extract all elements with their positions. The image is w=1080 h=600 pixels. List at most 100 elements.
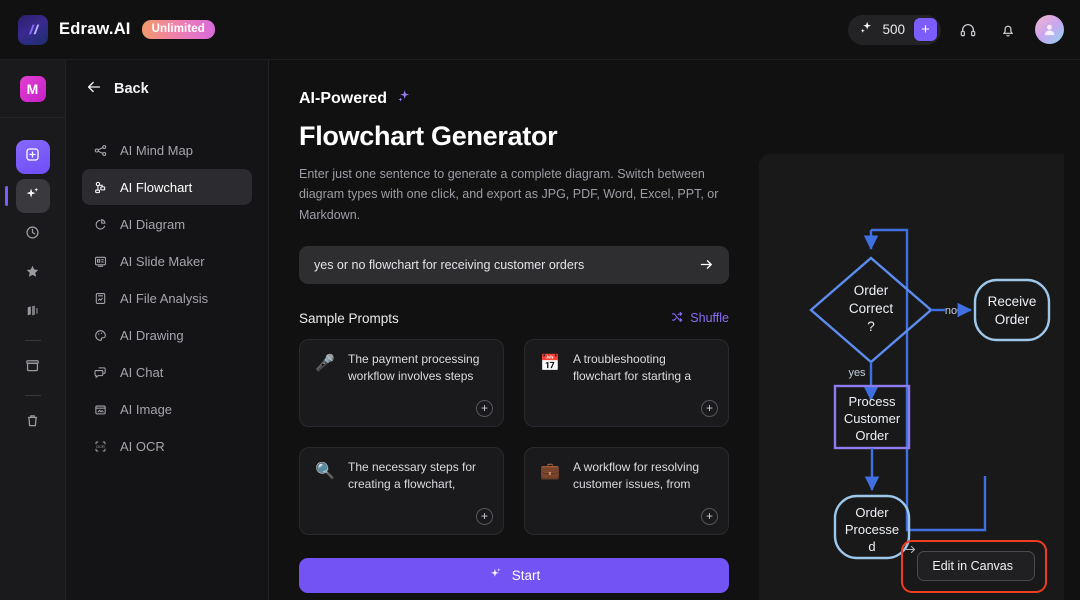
- credits-count: 500: [882, 22, 905, 37]
- sidebar-item-label: AI Diagram: [120, 216, 186, 232]
- workspace-avatar: M: [19, 75, 46, 102]
- sparkle-icon: [859, 20, 873, 39]
- svg-text:Process: Process: [849, 394, 896, 409]
- prompt-submit-arrow-right-icon[interactable]: [698, 256, 715, 273]
- bell-icon[interactable]: [995, 17, 1021, 43]
- box-icon: [24, 357, 41, 379]
- flowchart-icon: [92, 180, 109, 195]
- page-subtitle: Enter just one sentence to generate a co…: [299, 167, 719, 222]
- arrow-left-icon: [85, 78, 103, 101]
- tool-nav-panel: Back AI Mind Map AI Flowchart AI Diagram…: [66, 60, 269, 600]
- rail-item-ai-tools[interactable]: [4, 179, 50, 213]
- sample-prompt-card[interactable]: 💼 A workflow for resolving customer issu…: [524, 446, 729, 535]
- add-prompt-button[interactable]: +: [701, 399, 718, 417]
- svg-text:Order: Order: [855, 505, 889, 520]
- sidebar-item-ai-ocr[interactable]: OCR AI OCR: [82, 428, 252, 464]
- edge-label-yes: yes: [848, 367, 866, 379]
- edraw-logo-icon: [18, 14, 48, 45]
- plus-square-icon: [24, 146, 41, 168]
- start-label: Start: [511, 567, 541, 583]
- eyebrow-text: AI-Powered: [299, 90, 388, 107]
- sidebar-item-label: AI OCR: [120, 438, 165, 454]
- plan-badge: Unlimited: [141, 20, 215, 39]
- edraw-ai-app: Edraw.AI Unlimited 500 + M Back AI Mind …: [0, 0, 1080, 600]
- file-analysis-icon: [92, 291, 109, 306]
- svg-text:Correct: Correct: [849, 301, 894, 316]
- start-button[interactable]: Start: [299, 557, 729, 593]
- sidebar-item-label: AI Mind Map: [120, 142, 193, 158]
- ocr-icon: OCR: [92, 439, 109, 454]
- svg-text:?: ?: [867, 319, 875, 334]
- rail-item-recent[interactable]: [16, 218, 50, 252]
- brand-name: Edraw.AI: [59, 20, 131, 38]
- sample-prompt-cards: 🎤 The payment processing workflow involv…: [299, 338, 729, 535]
- edit-in-canvas-button[interactable]: Edit in Canvas: [906, 545, 1035, 581]
- rail-item-archive[interactable]: [16, 351, 50, 385]
- sidebar-item-ai-flowchart[interactable]: AI Flowchart: [82, 169, 252, 205]
- sidebar-item-ai-chat[interactable]: AI Chat: [82, 354, 252, 390]
- top-bar: Edraw.AI Unlimited 500 +: [0, 0, 1080, 60]
- nav-list: AI Mind Map AI Flowchart AI Diagram AI S…: [82, 132, 252, 464]
- microphone-icon: 🎤: [315, 354, 335, 372]
- svg-text:d: d: [868, 539, 875, 554]
- preview-panel-wrapper: Order Correct ? no Receive Order yes Pro…: [759, 60, 1080, 600]
- top-bar-actions: 500 +: [848, 14, 1064, 45]
- sidebar-item-ai-file-analysis[interactable]: AI File Analysis: [82, 280, 252, 316]
- sidebar-item-ai-mind-map[interactable]: AI Mind Map: [82, 132, 252, 168]
- svg-text:Receive: Receive: [988, 294, 1037, 309]
- add-credits-button[interactable]: +: [914, 18, 937, 41]
- add-prompt-button[interactable]: +: [476, 507, 493, 525]
- templates-icon: [24, 302, 41, 324]
- headset-icon[interactable]: [955, 17, 981, 43]
- icon-rail: M: [0, 60, 66, 600]
- page-title: Flowchart Generator: [299, 121, 558, 151]
- svg-text:OCR: OCR: [96, 443, 105, 448]
- shuffle-icon: [670, 310, 684, 327]
- sample-prompt-card[interactable]: 🎤 The payment processing workflow involv…: [299, 338, 504, 427]
- calendar-icon: 📅: [540, 354, 560, 372]
- sidebar-item-ai-slide-maker[interactable]: AI Slide Maker: [82, 243, 252, 279]
- body: M Back AI Mind Map AI Flowchart AI Diagr…: [0, 60, 1080, 600]
- svg-text:Processe: Processe: [845, 522, 899, 537]
- rail-items: [0, 118, 65, 440]
- user-avatar-icon[interactable]: [1035, 15, 1064, 44]
- shuffle-button[interactable]: Shuffle: [670, 310, 729, 327]
- workspace-switcher[interactable]: M: [0, 60, 65, 118]
- sample-prompt-card[interactable]: 🔍 The necessary steps for creating a flo…: [299, 446, 504, 535]
- sidebar-item-ai-diagram[interactable]: AI Diagram: [82, 206, 252, 242]
- chat-bubble-icon: [92, 365, 109, 380]
- brand[interactable]: Edraw.AI Unlimited: [18, 14, 215, 45]
- star-icon: [24, 263, 41, 285]
- sidebar-item-label: AI Image: [120, 401, 173, 417]
- palette-icon: [92, 328, 109, 343]
- sample-prompt-card[interactable]: 📅 A troubleshooting flowchart for starti…: [524, 338, 729, 427]
- sidebar-item-ai-drawing[interactable]: AI Drawing: [82, 317, 252, 353]
- trash-icon: [24, 412, 41, 434]
- flowchart-preview[interactable]: Order Correct ? no Receive Order yes Pro…: [759, 154, 1064, 600]
- sidebar-item-label: AI File Analysis: [120, 290, 209, 306]
- prompt-input-wrapper[interactable]: yes or no flowchart for receiving custom…: [299, 245, 729, 284]
- magnifier-icon: 🔍: [315, 462, 335, 480]
- sample-prompt-text: The necessary steps for creating a flowc…: [348, 459, 477, 495]
- rail-item-templates[interactable]: [16, 296, 50, 330]
- credits-pill[interactable]: 500 +: [848, 14, 941, 45]
- edit-in-canvas-label: Edit in Canvas: [932, 559, 1013, 573]
- rail-item-favorites[interactable]: [16, 257, 50, 291]
- prompt-input[interactable]: yes or no flowchart for receiving custom…: [314, 258, 698, 272]
- briefcase-icon: 💼: [540, 462, 560, 480]
- sidebar-item-ai-image[interactable]: AI Image: [82, 391, 252, 427]
- sample-prompts-header: Sample Prompts Shuffle: [299, 310, 729, 327]
- sample-prompt-text: A workflow for resolving customer issues…: [573, 459, 700, 495]
- shuffle-label: Shuffle: [690, 311, 729, 326]
- rail-item-new-document[interactable]: [15, 140, 50, 174]
- add-prompt-button[interactable]: +: [701, 507, 718, 525]
- sparkle-icon: [395, 88, 412, 110]
- page-eyebrow: AI-Powered: [299, 88, 759, 110]
- sample-prompts-title: Sample Prompts: [299, 310, 399, 326]
- rail-item-trash[interactable]: [16, 406, 50, 440]
- svg-text:Customer: Customer: [844, 411, 901, 426]
- add-prompt-button[interactable]: +: [476, 399, 493, 417]
- svg-text:Order: Order: [995, 312, 1030, 327]
- sidebar-item-label: AI Drawing: [120, 327, 184, 343]
- back-button[interactable]: Back: [82, 60, 252, 118]
